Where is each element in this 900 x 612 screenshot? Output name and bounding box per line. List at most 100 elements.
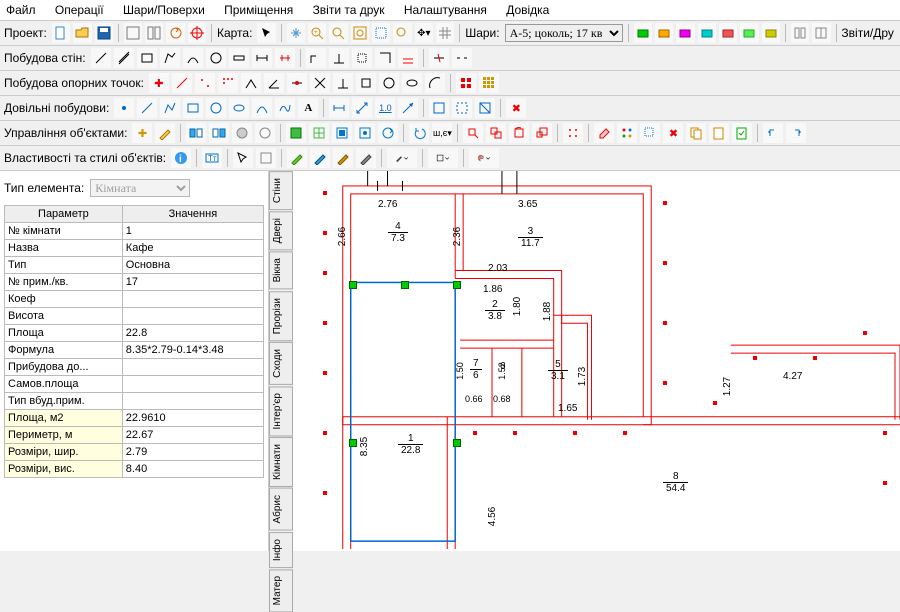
menu-ops[interactable]: Операції — [55, 3, 104, 17]
p-pal-icon[interactable] — [469, 148, 499, 168]
o-g4-icon[interactable] — [355, 123, 375, 143]
pt-rect-icon[interactable] — [356, 73, 376, 93]
prop-row[interactable]: НазваКафе — [5, 240, 264, 257]
vtab-Інтер'єр[interactable]: Інтер'єр — [269, 386, 293, 436]
prop-row[interactable]: Розміри, вис.8.40 — [5, 461, 264, 478]
wall-cut-icon[interactable] — [429, 48, 449, 68]
f-line-icon[interactable] — [137, 98, 157, 118]
refresh-icon[interactable] — [166, 23, 184, 43]
p-pen2-icon[interactable] — [310, 148, 330, 168]
f-arrow-icon[interactable] — [398, 98, 418, 118]
prop-row[interactable]: Площа22.8 — [5, 325, 264, 342]
prop-row[interactable]: Самов.площа — [5, 376, 264, 393]
o-w2-icon[interactable] — [209, 123, 229, 143]
f-dim3-icon[interactable]: 1.0 — [375, 98, 395, 118]
prop-row[interactable]: Прибудова до... — [5, 359, 264, 376]
o-sel-icon[interactable]: ✚ — [132, 123, 152, 143]
p-info-icon[interactable]: i — [171, 148, 191, 168]
pt-grid-icon[interactable] — [218, 73, 238, 93]
menu-settings[interactable]: Налаштування — [404, 3, 487, 17]
f-sq2-icon[interactable] — [452, 98, 472, 118]
pt-dots-icon[interactable] — [195, 73, 215, 93]
wall-break-icon[interactable] — [452, 48, 472, 68]
f-rect-icon[interactable] — [183, 98, 203, 118]
o-ps-icon[interactable] — [709, 123, 729, 143]
pointer-icon[interactable] — [257, 23, 275, 43]
o-w1-icon[interactable] — [186, 123, 206, 143]
wall-poly-icon[interactable] — [160, 48, 180, 68]
pt-int-icon[interactable] — [310, 73, 330, 93]
zoomwin-icon[interactable] — [372, 23, 390, 43]
layer6-icon[interactable] — [740, 23, 758, 43]
p-pick-icon[interactable] — [233, 148, 253, 168]
vtab-Вікна[interactable]: Вікна — [269, 251, 293, 289]
prop-row[interactable]: Площа, м222.9610 — [5, 410, 264, 427]
o-scl-icon[interactable] — [532, 123, 552, 143]
prop-row[interactable]: Коеф — [5, 291, 264, 308]
f-ell-icon[interactable] — [229, 98, 249, 118]
prop-row[interactable]: № прим./кв.17 — [5, 274, 264, 291]
pt-line-icon[interactable] — [172, 73, 192, 93]
o-ch-icon[interactable] — [732, 123, 752, 143]
f-dim2-icon[interactable] — [352, 98, 372, 118]
open-icon[interactable] — [73, 23, 91, 43]
o-undo-icon[interactable] — [409, 123, 429, 143]
f-poly-icon[interactable] — [160, 98, 180, 118]
handle[interactable] — [453, 439, 461, 447]
p-pen5-icon[interactable] — [387, 148, 417, 168]
zoomin-icon[interactable]: + — [308, 23, 326, 43]
f-arc-icon[interactable] — [252, 98, 272, 118]
f-del-icon[interactable]: ✖ — [506, 98, 526, 118]
wall-ext3-icon[interactable] — [352, 48, 372, 68]
menu-help[interactable]: Довідка — [506, 3, 549, 17]
zoomout-icon[interactable] — [329, 23, 347, 43]
p-sty-icon[interactable] — [256, 148, 276, 168]
pt-ang-icon[interactable] — [264, 73, 284, 93]
layer5-icon[interactable] — [719, 23, 737, 43]
wall-ext4-icon[interactable] — [375, 48, 395, 68]
pt-mid-icon[interactable] — [287, 73, 307, 93]
grid-icon[interactable] — [436, 23, 454, 43]
o-dd-icon[interactable]: ш,є▾ — [432, 123, 452, 143]
zoomsel-icon[interactable] — [393, 23, 411, 43]
vtab-Стіни[interactable]: Стіни — [269, 171, 293, 210]
book2-icon[interactable] — [812, 23, 830, 43]
o-s1-icon[interactable] — [563, 123, 583, 143]
target-icon[interactable] — [188, 23, 206, 43]
pt-g4-icon[interactable] — [456, 73, 476, 93]
o-r2-icon[interactable] — [786, 123, 806, 143]
pt-peak-icon[interactable] — [241, 73, 261, 93]
handle[interactable] — [401, 281, 409, 289]
move-icon[interactable]: ✥▾ — [415, 23, 433, 43]
floorplan-canvas[interactable]: 2.76 3.65 2.66 2.36 2.03 1.86 1.80 1.88 … — [293, 171, 900, 551]
o-g1-icon[interactable] — [286, 123, 306, 143]
f-spl-icon[interactable] — [275, 98, 295, 118]
layers-select[interactable]: А-5; цоколь; 17 кв — [505, 24, 623, 42]
wall-ext5-icon[interactable] — [398, 48, 418, 68]
o-cp-icon[interactable] — [486, 123, 506, 143]
new-icon[interactable] — [52, 23, 70, 43]
o-ref-icon[interactable] — [378, 123, 398, 143]
wall-ext2-icon[interactable] — [329, 48, 349, 68]
o-x-icon[interactable]: ✖ — [663, 123, 683, 143]
wall-line-icon[interactable] — [91, 48, 111, 68]
window1-icon[interactable] — [124, 23, 142, 43]
o-c2-icon[interactable] — [255, 123, 275, 143]
save-icon[interactable] — [95, 23, 113, 43]
f-sq3-icon[interactable] — [475, 98, 495, 118]
o-er-icon[interactable] — [594, 123, 614, 143]
o-u2-icon[interactable] — [763, 123, 783, 143]
wall-circle-icon[interactable] — [206, 48, 226, 68]
handle[interactable] — [349, 281, 357, 289]
prop-row[interactable]: Розміри, шир.2.79 — [5, 444, 264, 461]
pan-icon[interactable] — [287, 23, 305, 43]
o-g2-icon[interactable] — [309, 123, 329, 143]
zoomfit-icon[interactable] — [351, 23, 369, 43]
layer4-icon[interactable] — [698, 23, 716, 43]
o-cp2-icon[interactable] — [686, 123, 706, 143]
o-e2-icon[interactable] — [617, 123, 637, 143]
vtab-Сходи[interactable]: Сходи — [269, 342, 293, 385]
wall-ext1-icon[interactable] — [306, 48, 326, 68]
menu-reports[interactable]: Звіти та друк — [313, 3, 385, 17]
pt-circ-icon[interactable] — [379, 73, 399, 93]
